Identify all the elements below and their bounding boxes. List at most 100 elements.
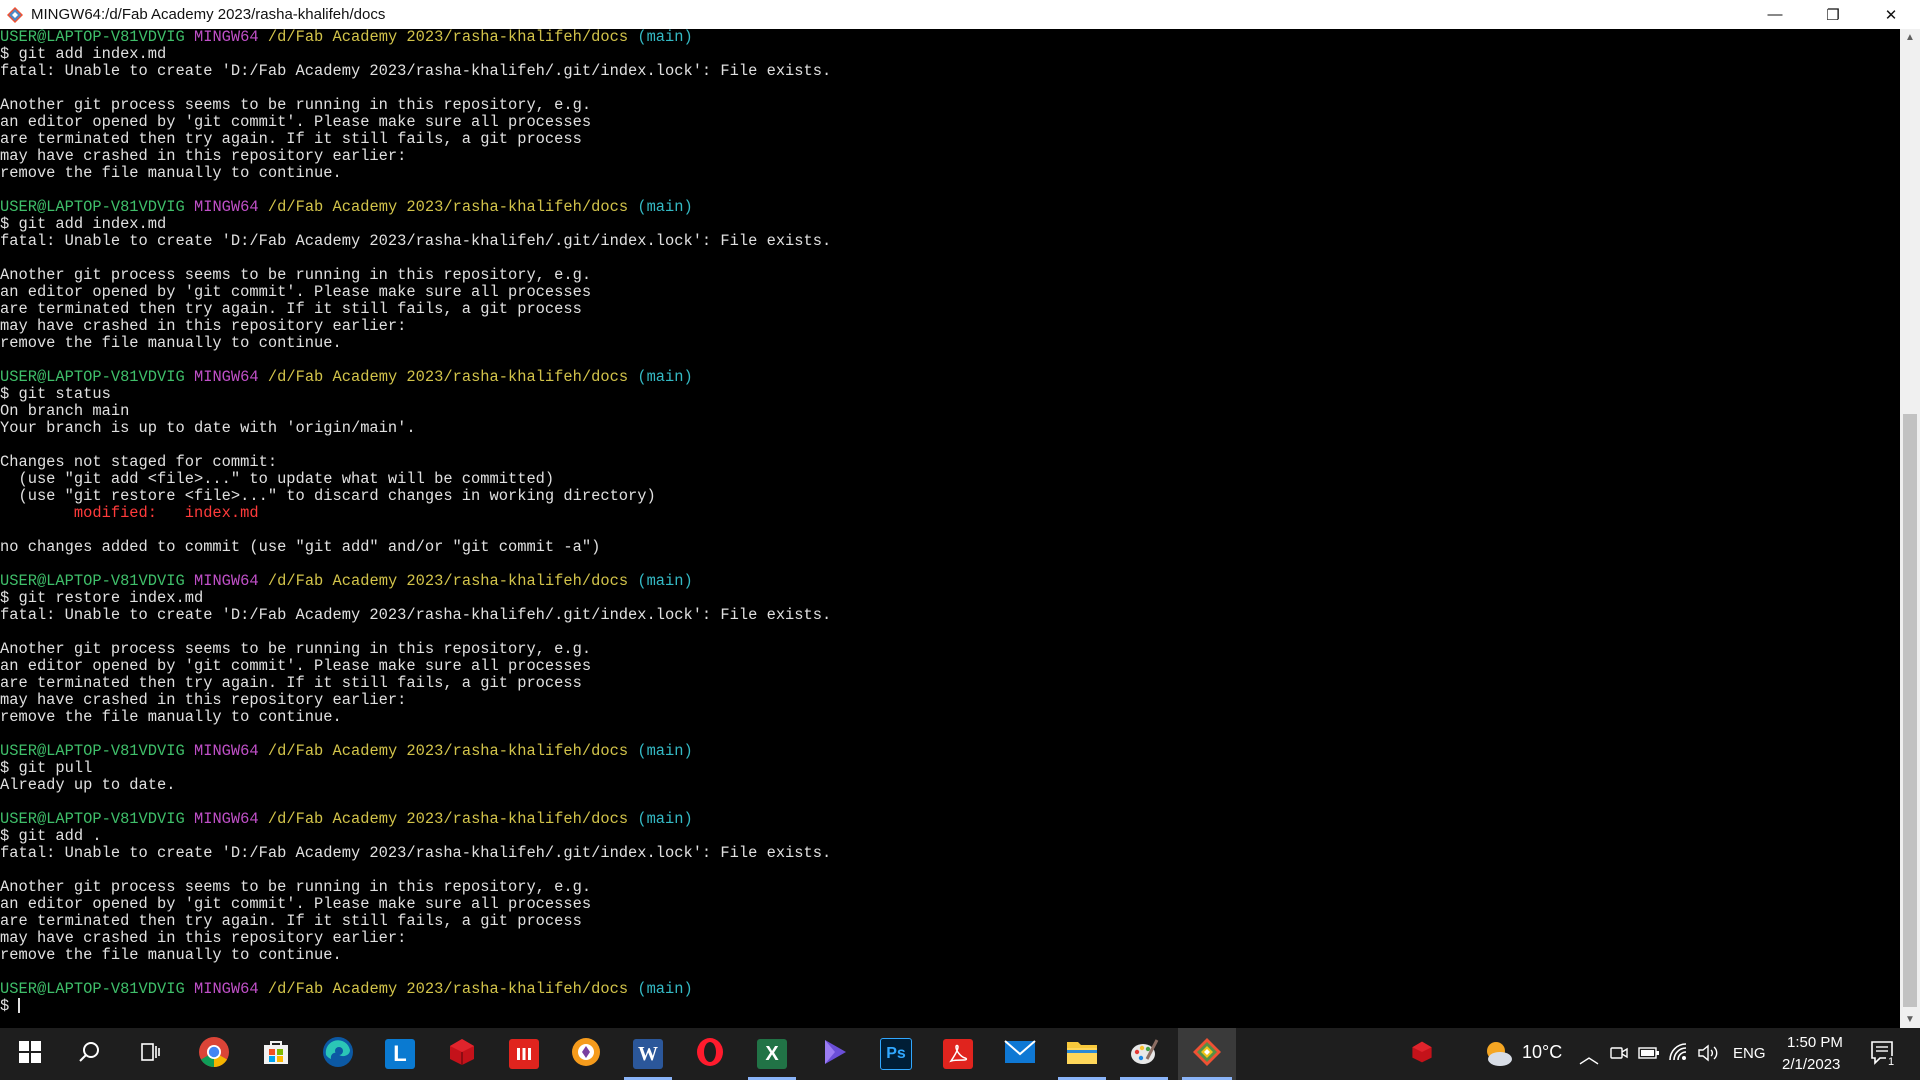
scrollbar-thumb[interactable] [1903, 414, 1917, 1007]
output-line: remove the file manually to continue. [0, 946, 342, 964]
windows-logo-icon [19, 1040, 41, 1068]
taskbar-red-app[interactable] [434, 1028, 490, 1080]
orange-circle-icon [571, 1037, 601, 1072]
language-indicator[interactable]: ENG [1733, 1045, 1766, 1062]
minimize-button[interactable]: — [1746, 0, 1804, 29]
wifi-icon[interactable] [1668, 1042, 1688, 1067]
scroll-up-arrow-icon[interactable]: ▲ [1900, 29, 1920, 46]
prompt-branch: (main) [637, 742, 693, 760]
prompt-branch: (main) [637, 572, 693, 590]
output-line: may have crashed in this repository earl… [0, 317, 407, 335]
task-view-button[interactable] [122, 1028, 178, 1080]
prompt-system: MINGW64 [193, 29, 259, 46]
output-line: remove the file manually to continue. [0, 164, 342, 182]
taskbar-orange-app[interactable] [558, 1028, 614, 1080]
prompt-line: USER@LAPTOP-V81VDVIG MINGW64 /d/Fab Acad… [0, 369, 831, 386]
purple-app-icon [819, 1037, 849, 1072]
prompt-system: MINGW64 [193, 368, 259, 386]
output-line: fatal: Unable to create 'D:/Fab Academy … [0, 62, 832, 80]
output-line: $ git restore index.md [0, 589, 204, 607]
output-line: are terminated then try again. If it sti… [0, 130, 582, 148]
taskbar-paint[interactable] [1116, 1028, 1172, 1080]
prompt-system: MINGW64 [193, 810, 259, 828]
git-bash-app-icon [4, 4, 26, 26]
store-icon [261, 1037, 291, 1072]
taskbar-opera[interactable] [682, 1028, 738, 1080]
taskbar-word[interactable]: W [620, 1028, 676, 1080]
vertical-scrollbar[interactable]: ▲ ▼ [1900, 29, 1920, 1028]
output-line: remove the file manually to continue. [0, 708, 342, 726]
terminal-output[interactable]: USER@LAPTOP-V81VDVIG MINGW64 /d/Fab Acad… [0, 29, 1900, 1028]
terminal-lines: USER@LAPTOP-V81VDVIG MINGW64 /d/Fab Acad… [0, 29, 831, 1015]
modified-file-line: modified: index.md [0, 504, 259, 522]
taskbar-mail[interactable] [992, 1028, 1048, 1080]
l-app-icon: L [385, 1039, 415, 1069]
output-line: are terminated then try again. If it sti… [0, 674, 582, 692]
close-button[interactable]: ✕ [1862, 0, 1920, 29]
output-line: Another git process seems to be running … [0, 96, 592, 114]
excel-icon: X [757, 1039, 787, 1069]
notifications-button[interactable]: 1 [1870, 1040, 1897, 1071]
text-cursor [18, 998, 21, 1014]
meet-now-icon[interactable] [1610, 1045, 1628, 1066]
output-line: may have crashed in this repository earl… [0, 929, 407, 947]
taskbar-red-square-app[interactable] [496, 1028, 552, 1080]
output-line: $ git add index.md [0, 45, 167, 63]
taskbar-l-app[interactable]: L [372, 1028, 428, 1080]
taskbar-photoshop[interactable]: Ps [868, 1028, 924, 1080]
clock-date[interactable]: 2/1/2023 [1782, 1056, 1840, 1073]
notification-count: 1 [1886, 1056, 1897, 1068]
prompt-path: /d/Fab Academy 2023/rasha-khalifeh/docs [267, 198, 629, 216]
maximize-button[interactable]: ❐ [1804, 0, 1862, 29]
output-line: may have crashed in this repository earl… [0, 691, 407, 709]
taskbar-acrobat[interactable] [930, 1028, 986, 1080]
start-button[interactable] [2, 1028, 58, 1080]
chrome-icon [198, 1036, 230, 1073]
show-hidden-icons-chevron-icon[interactable]: ︿ [1579, 1040, 1599, 1069]
red-bars-icon [509, 1039, 539, 1069]
window-titlebar[interactable]: MINGW64:/d/Fab Academy 2023/rasha-khalif… [0, 0, 1920, 29]
window-title: MINGW64:/d/Fab Academy 2023/rasha-khalif… [31, 6, 386, 23]
weather-icon[interactable] [1482, 1038, 1514, 1073]
prompt-path: /d/Fab Academy 2023/rasha-khalifeh/docs [267, 368, 629, 386]
output-line: Your branch is up to date with 'origin/m… [0, 419, 416, 437]
output-line: an editor opened by 'git commit'. Please… [0, 895, 592, 913]
command-input-line[interactable]: $ [0, 998, 831, 1015]
prompt-system: MINGW64 [193, 742, 259, 760]
edge-icon [322, 1036, 354, 1073]
output-line: no changes added to commit (use "git add… [0, 538, 601, 556]
prompt-user: USER@LAPTOP-V81VDVIG [0, 810, 185, 828]
tray-red-app[interactable] [1394, 1028, 1450, 1080]
taskbar-edge[interactable] [310, 1028, 366, 1080]
scroll-down-arrow-icon[interactable]: ▼ [1900, 1011, 1920, 1028]
output-line: fatal: Unable to create 'D:/Fab Academy … [0, 844, 832, 862]
taskbar-file-explorer[interactable] [1054, 1028, 1110, 1080]
output-line: are terminated then try again. If it sti… [0, 912, 582, 930]
taskbar-purple-app[interactable] [806, 1028, 862, 1080]
output-line: may have crashed in this repository earl… [0, 147, 407, 165]
output-line: are terminated then try again. If it sti… [0, 300, 582, 318]
prompt-line: USER@LAPTOP-V81VDVIG MINGW64 /d/Fab Acad… [0, 199, 831, 216]
output-line: Another git process seems to be running … [0, 878, 592, 896]
paint-icon [1129, 1037, 1159, 1072]
taskbar-chrome[interactable] [186, 1028, 242, 1080]
prompt-path: /d/Fab Academy 2023/rasha-khalifeh/docs [267, 810, 629, 828]
taskbar-store[interactable] [248, 1028, 304, 1080]
taskbar-excel[interactable]: X [744, 1028, 800, 1080]
volume-icon[interactable] [1698, 1044, 1720, 1067]
prompt-user: USER@LAPTOP-V81VDVIG [0, 742, 185, 760]
clock-time[interactable]: 1:50 PM [1787, 1034, 1843, 1051]
acrobat-icon [943, 1039, 973, 1069]
prompt-system: MINGW64 [193, 980, 259, 998]
search-button[interactable] [62, 1028, 118, 1080]
battery-icon[interactable] [1638, 1046, 1660, 1065]
opera-icon [695, 1037, 725, 1072]
weather-temperature[interactable]: 10°C [1522, 1042, 1562, 1063]
taskbar-git-bash[interactable] [1178, 1028, 1236, 1080]
output-line: fatal: Unable to create 'D:/Fab Academy … [0, 606, 832, 624]
output-line: (use "git add <file>..." to update what … [0, 470, 555, 488]
prompt-line: USER@LAPTOP-V81VDVIG MINGW64 /d/Fab Acad… [0, 29, 831, 46]
